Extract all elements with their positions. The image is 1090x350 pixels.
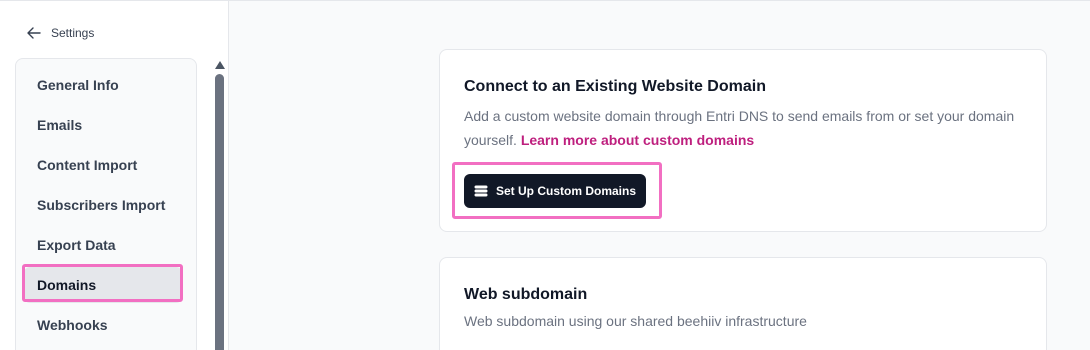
scrollbar-thumb[interactable] [215,74,224,350]
sidebar-item-label: General Info [37,77,119,93]
sidebar-item-label: Emails [37,117,83,133]
set-up-custom-domains-label: Set Up Custom Domains [495,184,636,198]
sidebar-item-general-info[interactable]: General Info [24,67,182,103]
sidebar-scrollbar[interactable] [214,61,226,350]
back-link-label: Settings [51,26,95,40]
sidebar-item-domains[interactable]: Domains [24,267,182,303]
web-subdomain-card: Web subdomain Web subdomain using our sh… [439,257,1047,350]
sidebar-item-label: Subscribers Import [37,197,166,213]
custom-domain-card: Connect to an Existing Website Domain Ad… [439,49,1047,232]
custom-domain-card-description: Add a custom website domain through Entr… [464,104,1034,152]
arrow-left-icon [27,27,41,39]
settings-nav: General Info Emails Content Import Subsc… [15,58,197,350]
sidebar-item-content-import[interactable]: Content Import [24,147,182,183]
server-stack-icon [474,185,488,197]
learn-more-custom-domains-link[interactable]: Learn more about custom domains [521,132,754,148]
set-up-custom-domains-button[interactable]: Set Up Custom Domains [464,174,646,208]
settings-sidebar: Settings General Info Emails Content Imp… [0,1,229,350]
sidebar-item-label: Content Import [37,157,138,173]
custom-domain-card-title: Connect to an Existing Website Domain [464,78,766,95]
sidebar-item-label: Domains [37,277,97,293]
web-subdomain-card-description: Web subdomain using our shared beehiiv i… [464,313,807,329]
sidebar-item-subscribers-import[interactable]: Subscribers Import [24,187,182,223]
sidebar-item-webhooks[interactable]: Webhooks [24,307,182,343]
web-subdomain-card-title: Web subdomain [464,286,588,303]
back-to-settings-link[interactable]: Settings [27,23,94,43]
sidebar-item-export-data[interactable]: Export Data [24,227,182,263]
sidebar-item-emails[interactable]: Emails [24,107,182,143]
sidebar-item-label: Webhooks [37,317,108,333]
scroll-up-arrow-icon[interactable] [215,61,225,69]
sidebar-item-label: Export Data [37,237,116,253]
